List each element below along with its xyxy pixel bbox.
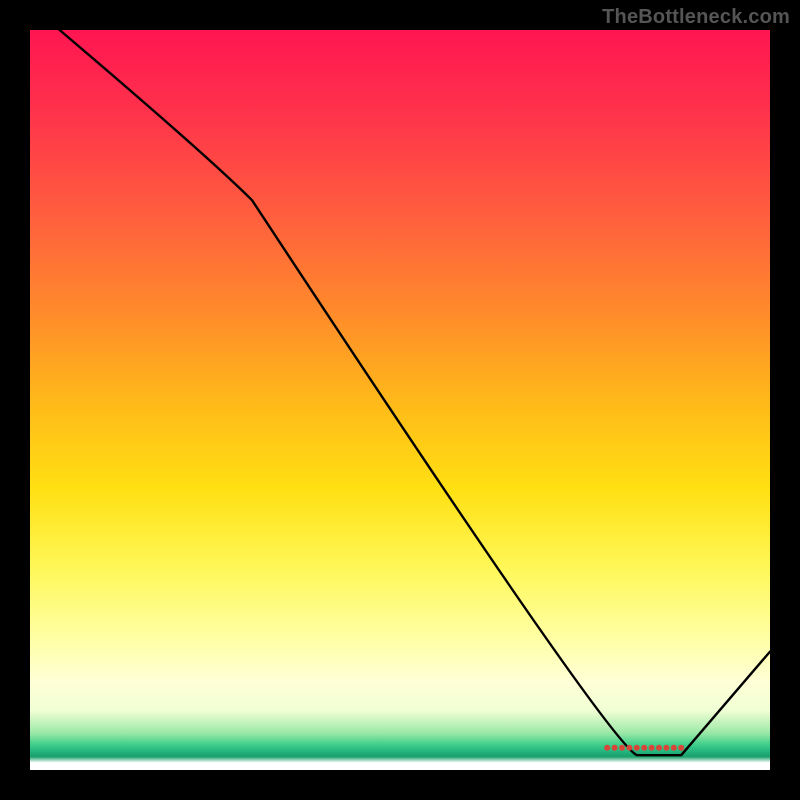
curve-svg [30,30,770,770]
min-plateau-dot [678,745,684,751]
marker-layer [604,745,684,751]
min-plateau-dot [656,745,662,751]
min-plateau-dot [612,745,618,751]
plot-area [30,30,770,770]
min-plateau-dot [641,745,647,751]
watermark-text: TheBottleneck.com [602,6,790,29]
min-plateau-dot [649,745,655,751]
main-curve-path [60,30,770,755]
curve-layer [60,30,770,755]
min-plateau-dot [663,745,669,751]
chart-frame: TheBottleneck.com [0,0,800,800]
min-plateau-dot [634,745,640,751]
min-plateau-dot [671,745,677,751]
min-plateau-dot [619,745,625,751]
min-plateau-dot [626,745,632,751]
min-plateau-dot [604,745,610,751]
